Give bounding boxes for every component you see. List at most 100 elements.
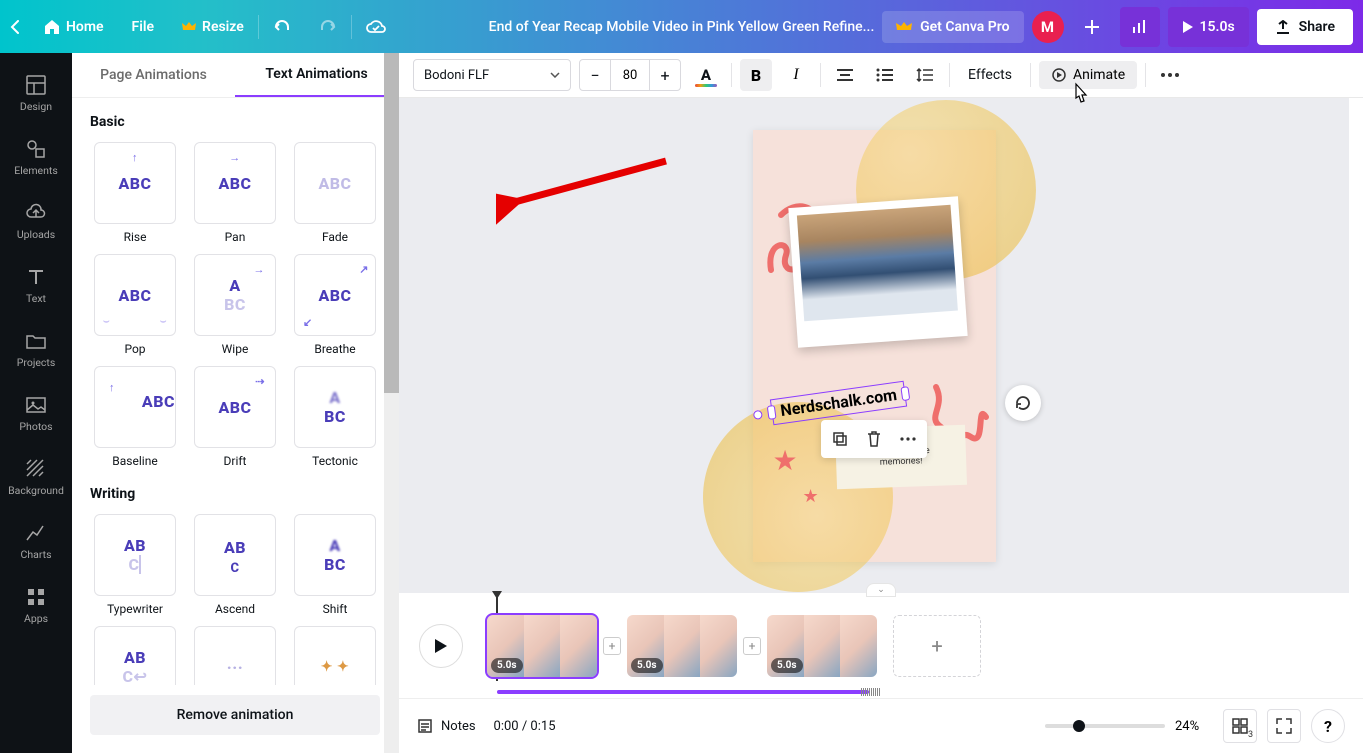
grid-view-button[interactable]: 3 [1223, 709, 1257, 743]
avatar[interactable]: M [1032, 11, 1064, 43]
audio-waveform-end[interactable] [861, 688, 881, 696]
rail-text[interactable]: Text [0, 253, 72, 317]
anim-pop-label: Pop [124, 342, 145, 356]
resize-handle-right[interactable] [900, 386, 910, 401]
element-float-toolbar [821, 420, 927, 458]
get-pro-button[interactable]: Get Canva Pro [882, 11, 1023, 43]
polaroid-photo[interactable] [788, 196, 967, 348]
anim-typewriter[interactable]: ABC [94, 514, 176, 596]
rotate-handle[interactable] [751, 404, 764, 424]
star-element[interactable]: ★ [803, 486, 819, 507]
add-page-button[interactable]: + [893, 615, 981, 677]
anim-ascend-label: Ascend [215, 602, 255, 616]
share-label: Share [1299, 19, 1335, 35]
tab-text-animations[interactable]: Text Animations [235, 53, 398, 97]
cloud-status-button[interactable] [352, 0, 400, 53]
notes-button[interactable]: Notes [417, 718, 476, 734]
time-display: 0:00 / 0:15 [494, 719, 556, 734]
anim-baseline[interactable]: ↑ABC [94, 366, 176, 448]
rail-photos[interactable]: Photos [0, 381, 72, 445]
anim-fade[interactable]: ABC [294, 142, 376, 224]
element-more-button[interactable] [893, 424, 923, 454]
timeline-clip-1[interactable]: 5.0s [487, 615, 597, 677]
rail-uploads[interactable]: Uploads [0, 189, 72, 253]
layout-icon [25, 74, 47, 96]
spacing-icon [916, 67, 934, 83]
timeline-clip-3[interactable]: 5.0s [767, 615, 877, 677]
remove-animation-button[interactable]: Remove animation [90, 695, 380, 735]
resize-label: Resize [202, 19, 244, 35]
anim-rise[interactable]: ↑ABC [94, 142, 176, 224]
rail-charts[interactable]: Charts [0, 509, 72, 573]
anim-shift[interactable]: ABC [294, 514, 376, 596]
resize-button[interactable]: Resize [168, 0, 258, 53]
font-size-decrease[interactable]: − [580, 60, 610, 90]
list-button[interactable] [869, 59, 901, 91]
animate-button[interactable]: Animate [1039, 61, 1137, 89]
anim-pan[interactable]: →ABC [194, 142, 276, 224]
anim-tectonic[interactable]: ABC [294, 366, 376, 448]
delete-button[interactable] [859, 424, 889, 454]
zoom-slider[interactable] [1045, 724, 1165, 728]
italic-button[interactable]: I [780, 59, 812, 91]
insights-button[interactable] [1120, 7, 1160, 47]
panel-body[interactable]: Basic ↑ABCRise →ABCPan ABCFade ABC⌣⌣Pop … [72, 98, 398, 685]
canvas-page[interactable]: Nerdschalk.com Thanks for thememories! ★… [753, 130, 996, 562]
rail-design-label: Design [20, 100, 52, 113]
undo-button[interactable] [259, 0, 305, 53]
resize-handle-left[interactable] [766, 404, 776, 419]
fullscreen-button[interactable] [1267, 709, 1301, 743]
section-basic-title: Basic [90, 114, 380, 130]
home-button[interactable]: Home [30, 0, 118, 53]
font-size-increase[interactable]: + [650, 60, 680, 90]
regenerate-button[interactable] [1005, 385, 1041, 421]
rail-elements-label: Elements [14, 164, 58, 177]
help-icon: ? [1324, 717, 1332, 736]
anim-pop[interactable]: ABC⌣⌣ [94, 254, 176, 336]
star-element[interactable]: ★ [773, 444, 798, 477]
rail-apps[interactable]: Apps [0, 573, 72, 637]
anim-ascend[interactable]: ABC [194, 514, 276, 596]
text-align-button[interactable] [829, 59, 861, 91]
anim-breathe[interactable]: ↗ABC↙ [294, 254, 376, 336]
file-menu[interactable]: File [118, 0, 169, 53]
text-color-button[interactable]: A [689, 59, 723, 91]
tab-page-animations[interactable]: Page Animations [72, 53, 235, 97]
more-button[interactable] [1154, 59, 1186, 91]
anim-rise-label: Rise [124, 230, 147, 244]
rail-charts-label: Charts [21, 548, 52, 561]
grid-icon [1232, 718, 1248, 734]
anim-extra-3[interactable]: ✦ ✦ [294, 626, 376, 685]
zoom-percent[interactable]: 24% [1175, 719, 1213, 734]
anim-extra-2[interactable]: ··· [194, 626, 276, 685]
font-size-value[interactable]: 80 [610, 60, 650, 90]
redo-button[interactable] [305, 0, 351, 53]
spacing-button[interactable] [909, 59, 941, 91]
rail-projects[interactable]: Projects [0, 317, 72, 381]
zoom-slider-thumb[interactable] [1073, 720, 1085, 732]
font-family-select[interactable]: Bodoni FLF [413, 59, 571, 91]
add-member-button[interactable] [1072, 7, 1112, 47]
anim-extra-1[interactable]: ABC↩ [94, 626, 176, 685]
panel-scroll-thumb[interactable] [384, 53, 399, 393]
rail-elements[interactable]: Elements [0, 125, 72, 189]
canvas-area[interactable]: Nerdschalk.com Thanks for thememories! ★… [399, 98, 1349, 593]
anim-wipe[interactable]: →ABC [194, 254, 276, 336]
anim-drift[interactable]: ⇢ABC [194, 366, 276, 448]
timeline-clip-2[interactable]: 5.0s [627, 615, 737, 677]
bold-button[interactable]: B [740, 59, 772, 91]
back-button[interactable] [0, 0, 30, 53]
share-button[interactable]: Share [1257, 9, 1353, 45]
audio-track-bar[interactable] [497, 690, 869, 694]
effects-button[interactable]: Effects [958, 67, 1022, 83]
play-preview-button[interactable]: 15.0s [1168, 7, 1249, 47]
notes-icon [417, 718, 433, 734]
add-transition-button[interactable]: + [743, 637, 761, 655]
document-title[interactable]: End of Year Recap Mobile Video in Pink Y… [489, 19, 875, 35]
timeline-play-button[interactable] [419, 624, 463, 668]
rail-design[interactable]: Design [0, 61, 72, 125]
add-transition-button[interactable]: + [603, 637, 621, 655]
help-button[interactable]: ? [1311, 709, 1345, 743]
duplicate-button[interactable] [825, 424, 855, 454]
rail-background[interactable]: Background [0, 445, 72, 509]
